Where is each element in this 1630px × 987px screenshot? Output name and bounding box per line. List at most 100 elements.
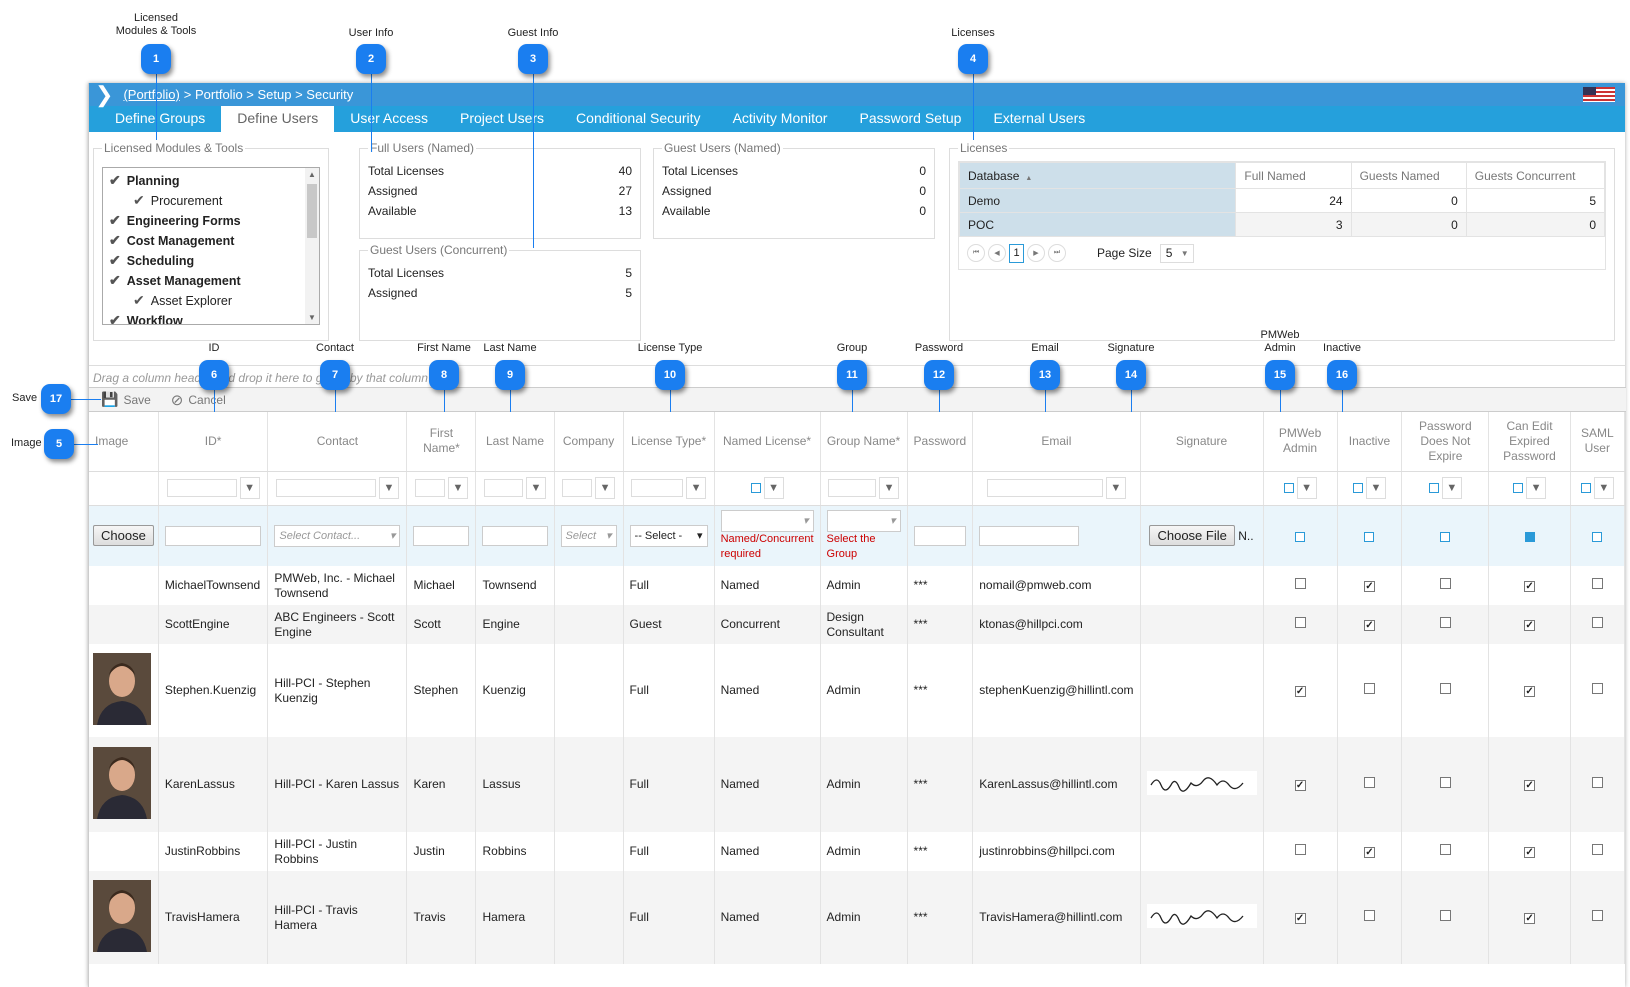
filter-input[interactable] bbox=[631, 479, 684, 497]
page-size-select[interactable]: 5 ▼ bbox=[1159, 243, 1194, 263]
inactive-checkbox[interactable] bbox=[1364, 531, 1375, 542]
admin-checkbox[interactable]: ✓ bbox=[1294, 780, 1306, 791]
filter-icon[interactable]: ▼ bbox=[1105, 477, 1126, 499]
filter-icon[interactable]: ▼ bbox=[526, 477, 546, 499]
filter-checkbox[interactable] bbox=[1428, 483, 1439, 493]
filter-input[interactable] bbox=[562, 479, 593, 497]
prev-page-icon[interactable]: ◀ bbox=[988, 244, 1006, 262]
column-header[interactable]: Guests Named bbox=[1350, 162, 1467, 189]
filter-checkbox[interactable] bbox=[1352, 483, 1363, 493]
module-item[interactable]: ✔ Procurement bbox=[109, 190, 319, 210]
tab-project-users[interactable]: Project Users bbox=[444, 106, 560, 132]
admin-checkbox[interactable] bbox=[1294, 617, 1306, 628]
canedit-checkbox[interactable]: ✓ bbox=[1524, 581, 1536, 592]
named-license-select[interactable]: ▾ bbox=[720, 509, 814, 532]
tab-activity-monitor[interactable]: Activity Monitor bbox=[717, 106, 844, 132]
canedit-checkbox[interactable]: ✓ bbox=[1524, 913, 1536, 924]
column-header[interactable]: Database ▲ bbox=[958, 162, 1237, 189]
tab-define-users[interactable]: Define Users bbox=[221, 106, 335, 132]
table-row[interactable]: ScottEngine ABC Engineers - Scott Engine S… bbox=[89, 605, 1626, 644]
us-flag-icon[interactable] bbox=[1583, 87, 1615, 102]
filter-checkbox[interactable] bbox=[1283, 483, 1294, 493]
filter-icon[interactable]: ▼ bbox=[1593, 477, 1614, 499]
column-header[interactable]: Guests Concurrent bbox=[1465, 162, 1606, 189]
inactive-checkbox[interactable]: ✓ bbox=[1363, 847, 1375, 858]
column-header[interactable]: Group Name* bbox=[820, 412, 908, 472]
filter-input[interactable] bbox=[986, 479, 1103, 497]
breadcrumb-link[interactable]: (Portfolio) bbox=[123, 87, 179, 102]
tab-define-groups[interactable]: Define Groups bbox=[99, 106, 221, 132]
column-header[interactable]: Signature bbox=[1140, 412, 1264, 472]
current-page[interactable]: 1 bbox=[1009, 243, 1024, 263]
filter-icon[interactable]: ▼ bbox=[1296, 477, 1317, 499]
filter-icon[interactable]: ▼ bbox=[378, 477, 399, 499]
canedit-checkbox[interactable]: ✓ bbox=[1524, 686, 1536, 697]
tab-password-setup[interactable]: Password Setup bbox=[843, 106, 977, 132]
module-item[interactable]: ✔ Planning bbox=[109, 170, 319, 190]
filter-icon[interactable]: ▼ bbox=[1526, 477, 1547, 499]
filter-input[interactable] bbox=[275, 479, 376, 497]
column-header[interactable]: Can Edit Expired Password bbox=[1488, 412, 1571, 472]
contact-select[interactable]: Select Contact... ▾ bbox=[274, 524, 401, 547]
inactive-checkbox[interactable] bbox=[1363, 683, 1375, 694]
filter-input[interactable] bbox=[166, 479, 237, 497]
saml-checkbox[interactable] bbox=[1591, 578, 1603, 589]
saml-checkbox[interactable] bbox=[1592, 531, 1603, 542]
noexpire-checkbox[interactable] bbox=[1439, 844, 1451, 855]
password-input[interactable] bbox=[913, 525, 967, 546]
column-header[interactable]: Password bbox=[907, 412, 974, 472]
filter-icon[interactable]: ▼ bbox=[879, 477, 900, 499]
column-header[interactable]: Inactive bbox=[1337, 412, 1403, 472]
column-header[interactable]: SAML User bbox=[1570, 412, 1626, 472]
saml-checkbox[interactable] bbox=[1591, 844, 1603, 855]
tab-conditional-security[interactable]: Conditional Security bbox=[560, 106, 717, 132]
canedit-checkbox[interactable]: ✓ bbox=[1524, 780, 1536, 791]
canedit-checkbox[interactable]: ✓ bbox=[1524, 620, 1536, 631]
inactive-checkbox[interactable] bbox=[1363, 910, 1375, 921]
save-button[interactable]: 💾 Save bbox=[101, 391, 151, 408]
saml-checkbox[interactable] bbox=[1591, 617, 1603, 628]
canedit-checkbox[interactable]: ✓ bbox=[1524, 847, 1536, 858]
chevron-right-icon[interactable]: ❯ bbox=[95, 83, 113, 105]
next-page-icon[interactable]: ▶ bbox=[1027, 244, 1045, 262]
filter-checkbox[interactable] bbox=[1580, 483, 1591, 493]
column-header[interactable]: Email bbox=[972, 412, 1141, 472]
tab-external-users[interactable]: External Users bbox=[977, 106, 1101, 132]
filter-icon[interactable]: ▼ bbox=[1441, 477, 1462, 499]
inactive-checkbox[interactable]: ✓ bbox=[1363, 620, 1375, 631]
filter-icon[interactable]: ▼ bbox=[763, 477, 784, 499]
noexpire-checkbox[interactable] bbox=[1439, 578, 1451, 589]
table-row[interactable]: MichaelTownsend PMWeb, Inc. - Michael Tow… bbox=[89, 566, 1626, 605]
inactive-checkbox[interactable]: ✓ bbox=[1363, 581, 1375, 592]
column-header[interactable]: Company bbox=[554, 412, 624, 472]
module-item[interactable]: ✔ Asset Management bbox=[109, 270, 319, 290]
column-header[interactable]: PMWeb Admin bbox=[1263, 412, 1338, 472]
noexpire-checkbox[interactable] bbox=[1439, 683, 1451, 694]
filter-input[interactable] bbox=[484, 479, 523, 497]
can-edit-checkbox[interactable] bbox=[1524, 531, 1535, 542]
filter-icon[interactable]: ▼ bbox=[686, 477, 707, 499]
last-page-icon[interactable]: ⏭ bbox=[1048, 244, 1066, 262]
choose-file-button[interactable]: Choose File bbox=[1149, 525, 1235, 547]
tab-user-access[interactable]: User Access bbox=[334, 106, 444, 132]
table-row[interactable]: TravisHamera Hill-PCI - Travis Hamera Trav… bbox=[89, 871, 1626, 964]
module-item[interactable]: ✔ Asset Explorer bbox=[109, 290, 319, 310]
company-select[interactable]: Select ▾ bbox=[560, 524, 617, 547]
column-header[interactable]: Password Does Not Expire bbox=[1401, 412, 1490, 472]
group-select[interactable]: ▾ bbox=[826, 509, 901, 532]
admin-checkbox[interactable]: ✓ bbox=[1294, 686, 1306, 697]
noexpire-checkbox[interactable] bbox=[1439, 777, 1451, 788]
first-name-input[interactable] bbox=[413, 525, 470, 546]
admin-checkbox[interactable] bbox=[1294, 578, 1306, 589]
filter-input[interactable] bbox=[414, 479, 445, 497]
table-row[interactable]: Stephen.Kuenzig Hill-PCI - Stephen Kuenzi… bbox=[89, 644, 1626, 737]
column-header[interactable]: Named License* bbox=[714, 412, 821, 472]
email-input[interactable] bbox=[979, 525, 1080, 546]
table-row[interactable]: KarenLassus Hill-PCI - Karen Lassus Karen L… bbox=[89, 737, 1626, 832]
filter-icon[interactable]: ▼ bbox=[1365, 477, 1386, 499]
column-header[interactable]: License Type* bbox=[623, 412, 715, 472]
column-header[interactable]: First Name* bbox=[406, 412, 477, 472]
saml-checkbox[interactable] bbox=[1591, 777, 1603, 788]
module-item[interactable]: ✔ Workflow bbox=[109, 310, 319, 324]
column-header[interactable]: Contact bbox=[267, 412, 408, 472]
